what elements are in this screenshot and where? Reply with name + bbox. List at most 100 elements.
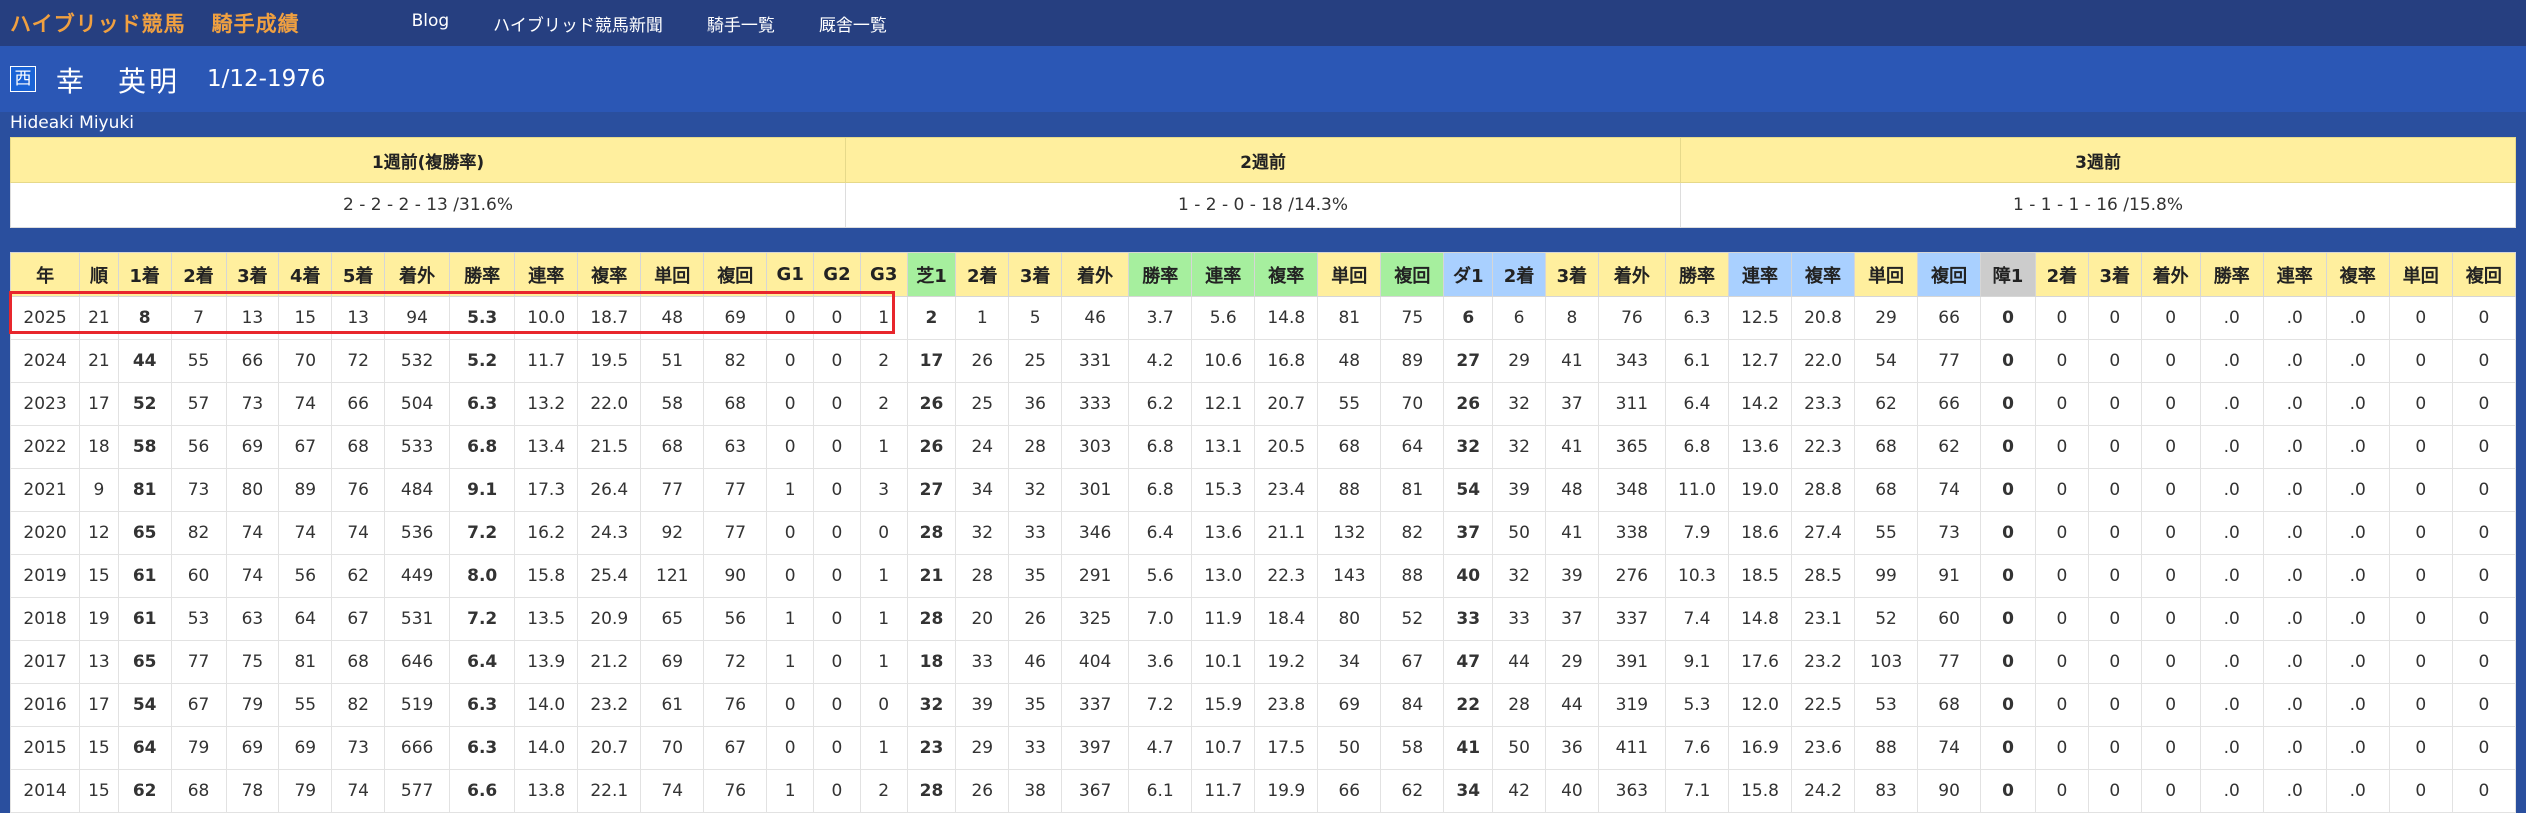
table-cell: 68	[703, 382, 768, 426]
table-cell: 19	[79, 597, 119, 641]
table-cell: .0	[2262, 597, 2327, 641]
table-cell: .0	[2262, 425, 2327, 469]
column-header: 単回	[2388, 252, 2453, 297]
table-cell: 8.0	[449, 554, 516, 598]
table-cell: 69	[278, 726, 333, 770]
table-cell: 88	[1380, 554, 1445, 598]
site-brand[interactable]: ハイブリッド競馬 騎手成績	[10, 8, 300, 38]
table-cell: 82	[703, 339, 768, 383]
table-cell: 0	[2035, 339, 2089, 383]
table-cell: 69	[1317, 683, 1382, 727]
table-cell: 74	[331, 769, 386, 813]
table-cell: .0	[2199, 769, 2264, 813]
table-cell: 19.0	[1727, 468, 1793, 512]
table-cell: 2022	[9, 425, 81, 469]
table-cell: 338	[1597, 511, 1666, 555]
table-cell: 22.3	[1791, 425, 1856, 469]
table-cell: 48	[1317, 339, 1382, 383]
table-cell: 56	[170, 425, 227, 469]
table-cell: 1	[859, 554, 908, 598]
column-header: 複回	[703, 252, 768, 297]
table-cell: 28	[1492, 683, 1546, 727]
table-cell: 52	[117, 382, 172, 426]
table-cell: 29	[1854, 296, 1919, 340]
column-header: 5着	[331, 252, 386, 297]
table-cell: 0	[813, 468, 861, 512]
column-header: 複回	[1380, 252, 1445, 297]
table-cell: 33	[1492, 597, 1546, 641]
table-cell: 82	[170, 511, 227, 555]
table-cell: 22.0	[577, 382, 642, 426]
table-cell: 6.3	[449, 382, 516, 426]
nav-link-stable-list[interactable]: 厩舎一覧	[819, 11, 887, 36]
table-cell: 0	[2035, 554, 2089, 598]
table-cell: 2025	[9, 296, 81, 340]
table-cell: 0	[2035, 683, 2089, 727]
table-cell: 80	[1317, 597, 1382, 641]
table-cell: 303	[1061, 425, 1130, 469]
table-cell: 519	[384, 683, 451, 727]
table-cell: 92	[640, 511, 705, 555]
table-cell: 11.7	[514, 339, 579, 383]
table-cell: 337	[1597, 597, 1666, 641]
table-cell: 32	[1443, 425, 1494, 469]
table-cell: 2018	[9, 597, 81, 641]
region-badge: 西	[10, 66, 36, 92]
table-cell: 67	[703, 726, 768, 770]
brand-section[interactable]: 騎手成績	[212, 12, 300, 36]
table-cell: 51	[640, 339, 705, 383]
table-cell: 0	[2388, 554, 2453, 598]
table-cell: 73	[225, 382, 280, 426]
table-cell: 0	[2451, 554, 2517, 598]
table-cell: 74	[225, 511, 280, 555]
table-cell: 73	[1917, 511, 1982, 555]
table-cell: 61	[640, 683, 705, 727]
table-cell: 10.6	[1191, 339, 1256, 383]
table-cell: 41	[1545, 425, 1599, 469]
table-cell: 577	[384, 769, 451, 813]
table-cell: 10.1	[1191, 640, 1256, 684]
table-cell: 90	[703, 554, 768, 598]
table-cell: 1	[766, 597, 815, 641]
table-cell: 301	[1061, 468, 1130, 512]
brand-name[interactable]: ハイブリッド競馬	[10, 12, 186, 36]
column-header: 連率	[514, 252, 579, 297]
table-row: 2014 15 62 68 78 79 74 577 6.6 13.8 22.1 74 76 1 0 2 28 2…	[9, 769, 2517, 813]
table-cell: .0	[2325, 425, 2390, 469]
table-cell: 9	[79, 468, 119, 512]
nav-link-jockey-list[interactable]: 騎手一覧	[707, 11, 775, 36]
table-cell: 0	[2451, 640, 2517, 684]
column-header: 年	[9, 252, 81, 297]
table-cell: 28.5	[1791, 554, 1856, 598]
table-cell: .0	[2325, 640, 2390, 684]
table-cell: 23.6	[1791, 726, 1856, 770]
table-cell: 35	[1008, 683, 1063, 727]
table-cell: 7	[170, 296, 227, 340]
table-cell: 6.1	[1664, 339, 1729, 383]
table-cell: 23.3	[1791, 382, 1856, 426]
table-cell: 1	[859, 296, 908, 340]
table-cell: 16.9	[1727, 726, 1793, 770]
table-cell: 0	[2451, 382, 2517, 426]
table-cell: 74	[278, 382, 333, 426]
main-nav: Blog ハイブリッド競馬新聞 騎手一覧 厩舎一覧	[412, 11, 931, 36]
table-cell: 25.4	[577, 554, 642, 598]
table-cell: 0	[2087, 382, 2142, 426]
table-cell: 82	[331, 683, 386, 727]
table-row: 2015 15 64 79 69 69 73 666 6.3 14.0 20.7 70 67 0 0 1 23 2…	[9, 726, 2517, 770]
table-cell: 0	[2140, 296, 2201, 340]
table-cell: 6.3	[449, 683, 516, 727]
table-cell: 65	[640, 597, 705, 641]
table-cell: 64	[278, 597, 333, 641]
table-cell: 53	[170, 597, 227, 641]
nav-link-newspaper[interactable]: ハイブリッド競馬新聞	[493, 11, 663, 36]
table-cell: 15.8	[1727, 769, 1793, 813]
table-cell: 79	[170, 726, 227, 770]
table-cell: 17.3	[514, 468, 579, 512]
table-cell: 0	[813, 597, 861, 641]
nav-link-blog[interactable]: Blog	[412, 11, 450, 36]
table-cell: 1	[766, 640, 815, 684]
table-cell: 36	[1545, 726, 1599, 770]
table-cell: 0	[2035, 726, 2089, 770]
table-cell: 0	[766, 554, 815, 598]
